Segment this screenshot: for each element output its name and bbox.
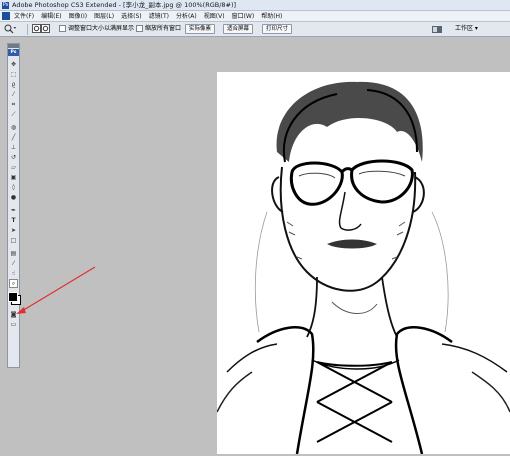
sketch-portrait-image [216,72,510,455]
document-canvas[interactable] [216,72,510,455]
